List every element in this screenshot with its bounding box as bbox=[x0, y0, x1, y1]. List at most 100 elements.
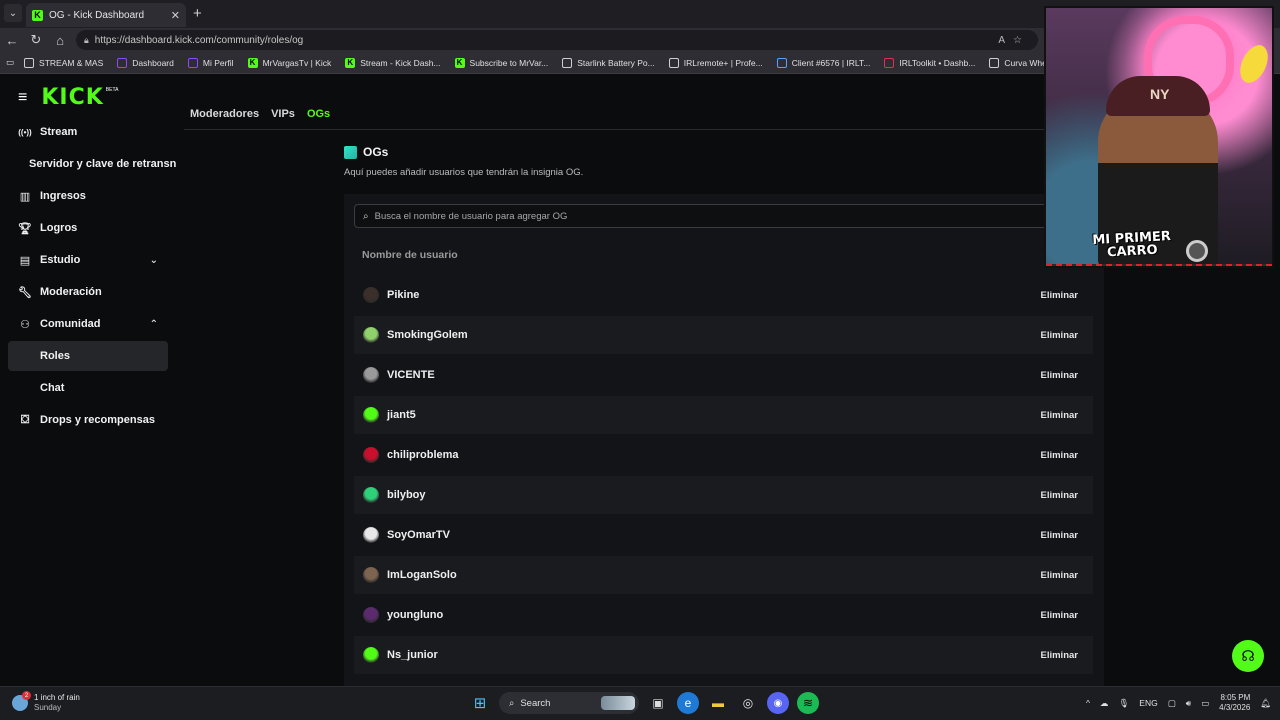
tab-title: OG - Kick Dashboard bbox=[49, 9, 145, 21]
taskbar-search-label: Search bbox=[520, 697, 551, 709]
remove-og-button[interactable]: Eliminar bbox=[1041, 530, 1079, 541]
username[interactable]: Pikine bbox=[387, 289, 419, 301]
url-field[interactable]: 🔒︎ https://dashboard.kick.com/community/… bbox=[76, 30, 1038, 50]
sidebar-item-stream[interactable]: ((•)) Stream bbox=[8, 117, 168, 147]
taskbar-search[interactable]: ⌕ Search bbox=[499, 692, 639, 714]
bookmark-item[interactable]: IRLToolkit • Dashb... bbox=[884, 57, 975, 68]
sidebar-item-drops-recompensas[interactable]: ⛋ Drops y recompensas bbox=[8, 405, 168, 435]
windows-start-icon[interactable]: ⊞ bbox=[469, 692, 491, 714]
lock-icon[interactable]: 🔒︎ bbox=[84, 35, 89, 46]
remove-og-button[interactable]: Eliminar bbox=[1041, 450, 1079, 461]
bookmarks-menu-icon[interactable]: ▭ bbox=[6, 57, 14, 68]
username[interactable]: chiliproblema bbox=[387, 449, 459, 461]
kick-logo[interactable]: KICK bbox=[41, 85, 103, 110]
sidebar-item-estudio[interactable]: ▤ Estudio ⌄ bbox=[8, 245, 168, 275]
og-search-input[interactable]: ⌕ Busca el nombre de usuario para agrega… bbox=[354, 204, 1054, 228]
sidebar-item-logros[interactable]: 🏆︎ Logros bbox=[8, 213, 168, 243]
file-explorer-icon[interactable]: ▬ bbox=[707, 692, 729, 714]
bookmark-item[interactable]: Starlink Battery Po... bbox=[562, 57, 655, 68]
sidebar-item-servidor-clave[interactable]: Servidor y clave de retransn bbox=[8, 149, 184, 179]
bookmark-item[interactable]: K MrVargasTv | Kick bbox=[247, 57, 331, 68]
sidebar-item-comunidad[interactable]: ⚇ Comunidad ⌃ bbox=[8, 309, 168, 339]
remove-og-button[interactable]: Eliminar bbox=[1041, 410, 1079, 421]
tab-ogs[interactable]: OGs bbox=[307, 108, 330, 120]
avatar bbox=[363, 567, 379, 583]
back-icon[interactable]: ← bbox=[0, 33, 24, 48]
avatar bbox=[363, 287, 379, 303]
bookmark-item[interactable]: K Stream - Kick Dash... bbox=[345, 57, 441, 68]
remove-og-button[interactable]: Eliminar bbox=[1041, 290, 1079, 301]
bookmark-item[interactable]: STREAM & MAS bbox=[24, 57, 103, 68]
menu-icon[interactable]: ≡ bbox=[18, 89, 27, 107]
username[interactable]: ImLoganSolo bbox=[387, 569, 457, 581]
sidebar: ≡ KICK BETA ((•)) Stream Servidor y clave … bbox=[0, 75, 184, 685]
bookmark-item[interactable]: Client #6576 | IRLT... bbox=[776, 57, 870, 68]
folder-icon bbox=[24, 57, 35, 68]
help-support-button[interactable]: ☊ bbox=[1232, 640, 1264, 672]
edge-icon[interactable]: e bbox=[677, 692, 699, 714]
headset-icon: ☊ bbox=[1241, 648, 1255, 665]
bookmark-label: Dashboard bbox=[132, 57, 174, 68]
app-icon[interactable]: ◎ bbox=[737, 692, 759, 714]
remove-og-button[interactable]: Eliminar bbox=[1041, 330, 1079, 341]
sidebar-item-roles[interactable]: Roles bbox=[8, 341, 168, 371]
username[interactable]: SmokingGolem bbox=[387, 329, 468, 341]
tab-list-chevron-icon[interactable]: ⌄ bbox=[4, 4, 22, 22]
browser-tab-active[interactable]: K OG - Kick Dashboard ✕ bbox=[26, 3, 186, 27]
tray-overflow-icon[interactable]: ^ bbox=[1086, 698, 1090, 708]
sidebar-item-label: Comunidad bbox=[40, 318, 101, 330]
sidebar-item-label: Stream bbox=[40, 126, 78, 138]
tab-moderadores[interactable]: Moderadores bbox=[190, 108, 259, 120]
avatar bbox=[363, 527, 379, 543]
og-user-row: chiliproblema Eliminar bbox=[354, 436, 1093, 474]
og-user-row: SmokingGolem Eliminar bbox=[354, 316, 1093, 354]
username[interactable]: jiant5 bbox=[387, 409, 416, 421]
bookmark-item[interactable]: K Subscribe to MrVar... bbox=[454, 57, 548, 68]
remove-og-button[interactable]: Eliminar bbox=[1041, 570, 1079, 581]
username[interactable]: bilyboy bbox=[387, 489, 426, 501]
twitch-icon bbox=[117, 57, 128, 68]
bookmark-item[interactable]: Dashboard bbox=[117, 57, 174, 68]
username[interactable]: SoyOmarTV bbox=[387, 529, 450, 541]
task-view-icon[interactable]: ▣ bbox=[647, 692, 669, 714]
close-tab-icon[interactable]: ✕ bbox=[171, 9, 180, 22]
username[interactable]: VICENTE bbox=[387, 369, 435, 381]
spotify-icon[interactable]: ≋ bbox=[797, 692, 819, 714]
onedrive-icon[interactable]: ☁ bbox=[1100, 698, 1109, 709]
home-icon[interactable]: ⌂ bbox=[48, 33, 72, 48]
avatar bbox=[363, 647, 379, 663]
clock[interactable]: 8:05 PM 4/3/2026 bbox=[1219, 693, 1250, 713]
sidebar-item-moderacion[interactable]: 🔧︎ Moderación bbox=[8, 277, 168, 307]
page-icon bbox=[562, 57, 573, 68]
volume-icon[interactable]: 🔊︎ bbox=[1186, 698, 1191, 709]
username[interactable]: youngluno bbox=[387, 609, 443, 621]
remove-og-button[interactable]: Eliminar bbox=[1041, 650, 1079, 661]
bookmark-label: Starlink Battery Po... bbox=[577, 57, 655, 68]
username[interactable]: Ns_junior bbox=[387, 649, 438, 661]
reload-icon[interactable]: ↻ bbox=[24, 32, 48, 48]
battery-icon[interactable]: ▭ bbox=[1201, 698, 1209, 709]
bookmark-item[interactable]: Mi Perfil bbox=[187, 57, 234, 68]
sidebar-item-label: Roles bbox=[40, 350, 70, 362]
sidebar-item-chat[interactable]: Chat bbox=[8, 373, 168, 403]
clock-time: 8:05 PM bbox=[1220, 693, 1251, 702]
notifications-icon[interactable]: 🔔︎ bbox=[1260, 698, 1271, 709]
new-tab-icon[interactable]: + bbox=[193, 5, 202, 22]
chart-icon: ▥ bbox=[19, 190, 31, 203]
weather-widget[interactable]: 2 1 inch of rain Sunday bbox=[12, 691, 80, 713]
bookmark-item[interactable]: IRLremote+ | Profe... bbox=[668, 57, 763, 68]
tab-vips[interactable]: VIPs bbox=[271, 108, 295, 120]
beta-badge: BETA bbox=[105, 86, 119, 93]
remove-og-button[interactable]: Eliminar bbox=[1041, 610, 1079, 621]
chevron-up-icon[interactable]: ⌃ bbox=[150, 319, 158, 330]
sidebar-item-ingresos[interactable]: ▥ Ingresos bbox=[8, 181, 168, 211]
remove-og-button[interactable]: Eliminar bbox=[1041, 490, 1079, 501]
language-indicator[interactable]: ENG bbox=[1139, 698, 1157, 708]
display-icon[interactable]: ▢ bbox=[1168, 698, 1176, 709]
discord-icon[interactable]: ◉ bbox=[767, 692, 789, 714]
chevron-down-icon[interactable]: ⌄ bbox=[150, 255, 158, 266]
remove-og-button[interactable]: Eliminar bbox=[1041, 370, 1079, 381]
sidebar-item-label: Chat bbox=[40, 382, 65, 394]
favorite-star-icon[interactable]: A☆ bbox=[998, 35, 1030, 46]
microphone-icon[interactable]: 🎙︎ bbox=[1119, 698, 1130, 709]
